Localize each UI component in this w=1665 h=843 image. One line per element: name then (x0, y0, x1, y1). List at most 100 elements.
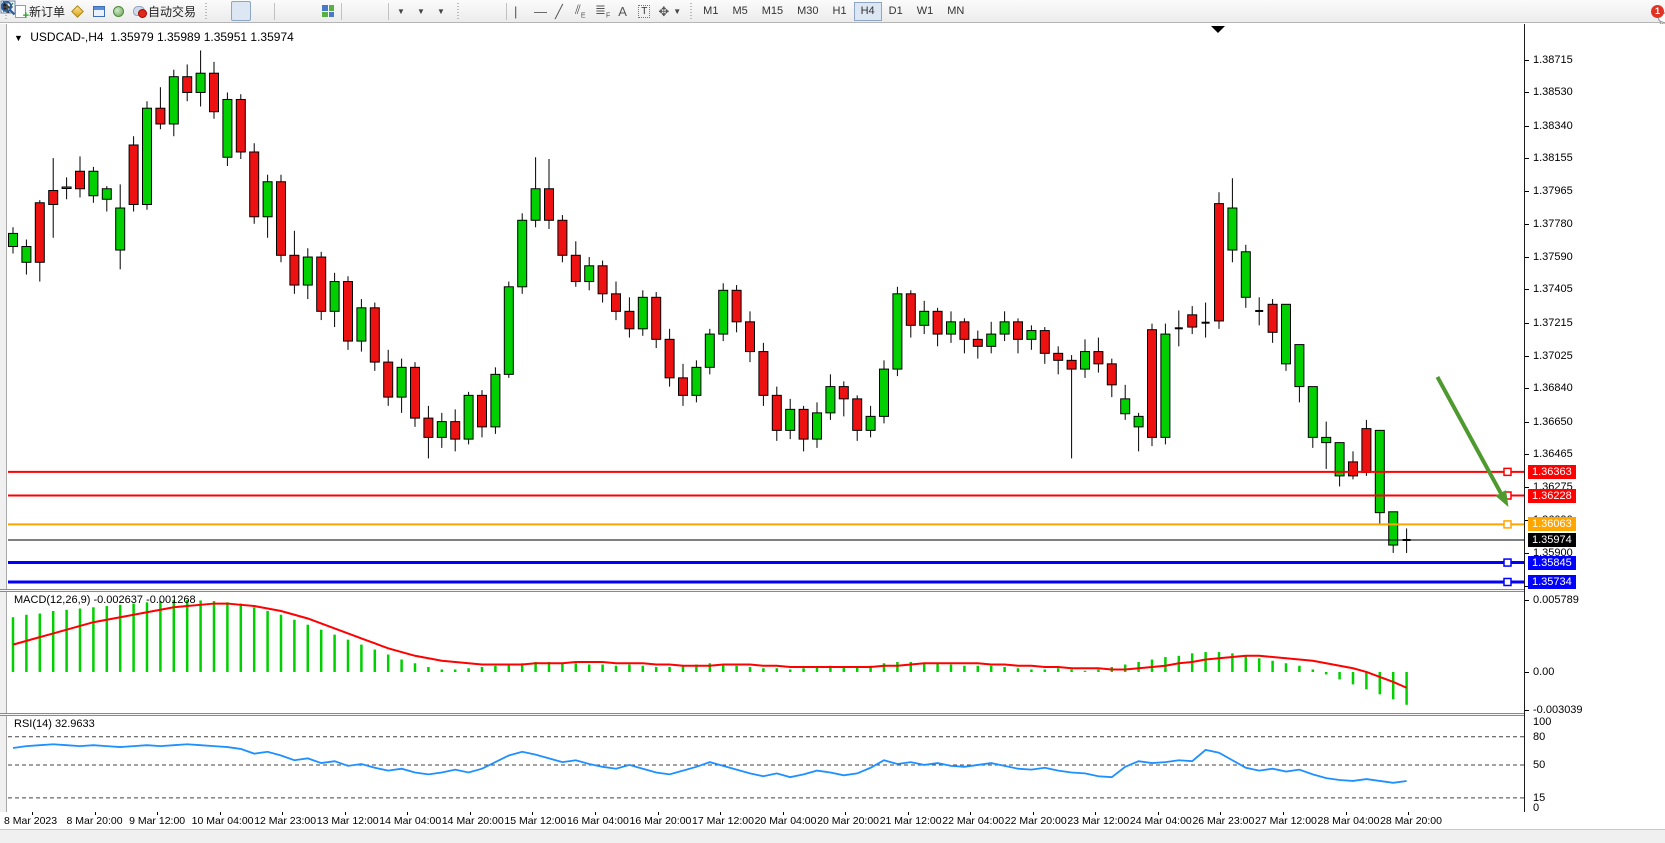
new-chart-button[interactable]: ▼ (392, 1, 412, 21)
line-handle[interactable] (1504, 468, 1511, 475)
templates-button[interactable]: ▼ (432, 1, 452, 21)
new-order-button[interactable]: 新订单 (11, 1, 69, 21)
price-axis[interactable]: 1.387151.385301.383401.381551.379651.377… (1524, 24, 1665, 828)
macd-chart[interactable] (8, 592, 1524, 713)
rsi-chart[interactable] (8, 716, 1524, 812)
line-handle[interactable] (1504, 521, 1511, 528)
price-tick-label: 1.38340 (1533, 120, 1573, 132)
down-arrow-annotation[interactable] (1437, 377, 1503, 498)
navigator-button[interactable] (109, 1, 129, 21)
zoom-in-button[interactable] (278, 1, 298, 21)
timeframe-button-M1[interactable]: M1 (696, 2, 725, 21)
time-tick-label: 20 Mar 04:00 (755, 815, 817, 827)
line-chart-button[interactable] (251, 1, 271, 21)
macd-histogram-bar (1258, 658, 1261, 672)
bear-candle (772, 395, 781, 430)
toolbar-separator (341, 3, 342, 20)
bull-candle (866, 416, 875, 430)
zoom-out-button[interactable] (298, 1, 318, 21)
macd-signal-line (13, 604, 1407, 688)
price-tick-label: 1.38155 (1533, 152, 1573, 164)
timeframe-button-M15[interactable]: M15 (755, 2, 790, 21)
bear-candle (76, 171, 85, 189)
bull-candle (303, 257, 312, 285)
bear-candle (853, 399, 862, 431)
timeframe-button-W1[interactable]: W1 (910, 2, 941, 21)
cursor-button[interactable] (463, 1, 483, 21)
chart-shift-button[interactable] (345, 1, 365, 21)
price-tick-label: 1.38530 (1533, 86, 1573, 98)
data-window-button[interactable] (89, 1, 109, 21)
axis-tick (1525, 158, 1529, 159)
arrows-button[interactable]: ✥▼ (654, 1, 685, 21)
rsi-tick-label: 100 (1533, 716, 1551, 728)
vertical-line-button[interactable]: | (510, 1, 530, 21)
bear-candle (277, 182, 286, 256)
bear-candle (665, 339, 674, 378)
bar-chart-button[interactable] (211, 1, 231, 21)
chart-menu-icon[interactable]: ▼ (14, 33, 23, 43)
axis-tick (1525, 553, 1529, 554)
price-chart-panel[interactable] (8, 24, 1524, 589)
bear-candle (1215, 204, 1224, 321)
bull-candle (116, 208, 125, 250)
timeframe-button-M5[interactable]: M5 (725, 2, 754, 21)
equidistant-channel-button[interactable]: ⫽E (571, 1, 591, 21)
bull-candle (692, 367, 701, 395)
candlestick-chart-button[interactable] (231, 1, 251, 21)
market-watch-button[interactable] (69, 1, 89, 21)
search-icon[interactable] (0, 0, 16, 16)
rsi-panel[interactable]: RSI(14) 32.9633 (8, 716, 1524, 812)
horizontal-line-button[interactable]: — (530, 1, 551, 21)
time-axis[interactable]: 8 Mar 20238 Mar 20:009 Mar 12:0010 Mar 0… (0, 812, 1665, 829)
fibonacci-button[interactable]: ≣F (591, 1, 614, 21)
timeframe-button-H4[interactable]: H4 (854, 2, 882, 21)
bear-candle (625, 311, 634, 329)
bear-candle (571, 255, 580, 281)
text-label-button[interactable]: T (634, 1, 654, 21)
auto-trading-button[interactable]: 自动交易 (129, 1, 200, 21)
level-price-chip: 1.36228 (1528, 489, 1576, 503)
navigator-icon (113, 6, 124, 17)
bear-candle (35, 203, 44, 263)
line-handle[interactable] (1504, 559, 1511, 566)
macd-histogram-bar (1030, 669, 1033, 671)
macd-histogram-bar (441, 669, 444, 671)
macd-panel[interactable]: MACD(12,26,9) -0.002637 -0.001268 (8, 592, 1524, 713)
macd-histogram-bar (253, 607, 256, 672)
macd-histogram-bar (1003, 667, 1006, 672)
line-handle[interactable] (1504, 578, 1511, 585)
macd-histogram-bar (1271, 661, 1274, 672)
macd-histogram-bar (387, 655, 390, 672)
periods-button[interactable]: ▼ (412, 1, 432, 21)
bear-candle (1054, 353, 1063, 360)
level-price-chip: 1.35734 (1528, 575, 1576, 589)
timeframe-button-H1[interactable]: H1 (826, 2, 854, 21)
bear-candle (612, 294, 621, 312)
macd-histogram-bar (414, 663, 417, 672)
left-gutter (0, 24, 7, 828)
auto-scroll-button[interactable] (365, 1, 385, 21)
bull-candle (987, 334, 996, 346)
timeframe-button-MN[interactable]: MN (940, 2, 971, 21)
text-button[interactable]: A (614, 1, 634, 21)
axis-tick (1525, 356, 1529, 357)
chart-shift-marker[interactable] (1211, 26, 1225, 33)
timeframe-button-M30[interactable]: M30 (790, 2, 825, 21)
macd-histogram-bar (628, 665, 631, 672)
price-tick-label: 1.37025 (1533, 350, 1573, 362)
trendline-button[interactable]: ╱ (551, 1, 571, 21)
timeframe-button-D1[interactable]: D1 (882, 2, 910, 21)
bull-candle (89, 171, 98, 196)
tile-windows-button[interactable] (318, 1, 338, 21)
time-tick-label: 14 Mar 04:00 (379, 815, 441, 827)
auto-trading-icon (133, 6, 145, 16)
bull-candle (786, 409, 795, 430)
candlestick-chart[interactable] (8, 24, 1524, 589)
macd-histogram-bar (963, 666, 966, 672)
crosshair-button[interactable] (483, 1, 503, 21)
bear-candle (344, 282, 353, 342)
macd-histogram-bar (883, 663, 886, 672)
chevron-down-icon: ▼ (417, 7, 425, 16)
chevron-down-icon: ▼ (673, 7, 681, 16)
